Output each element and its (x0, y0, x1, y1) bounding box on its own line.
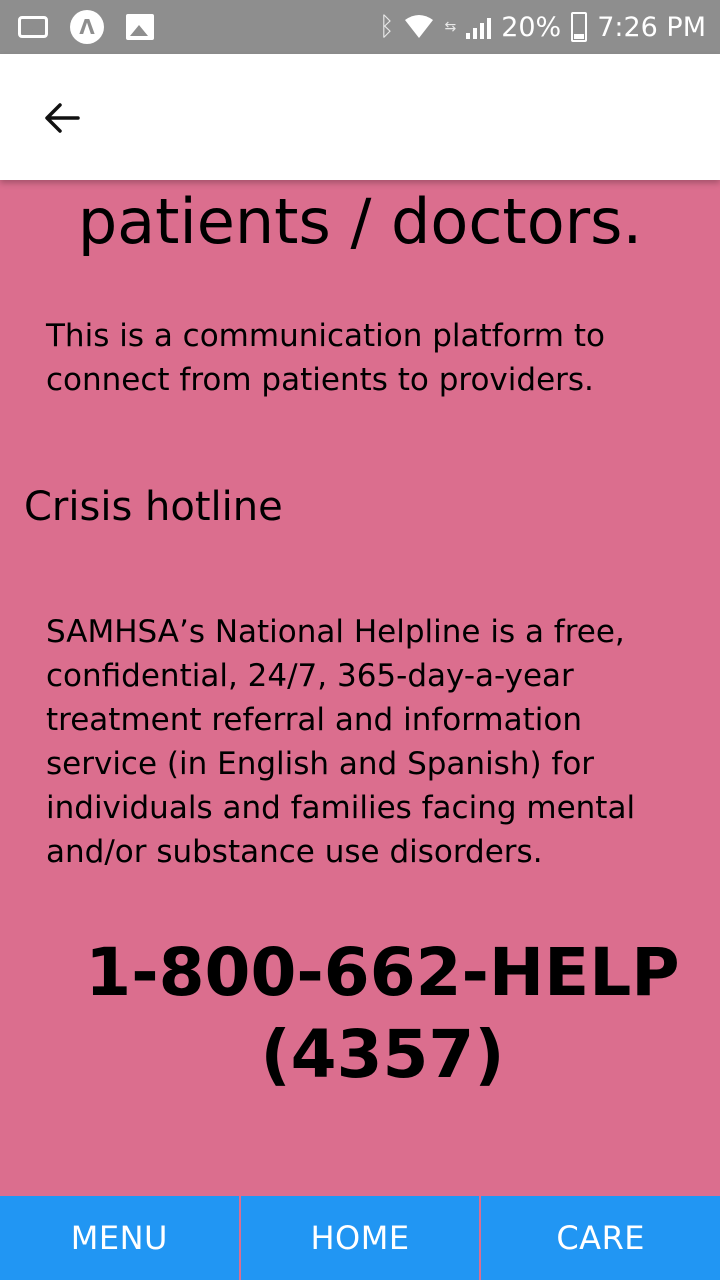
intro-text: This is a communication platform to conn… (46, 318, 605, 398)
voicemail-icon (18, 16, 48, 38)
menu-button[interactable]: MENU (0, 1196, 241, 1280)
app-bar (0, 54, 720, 180)
image-icon (126, 14, 154, 40)
arrow-left-icon (45, 103, 80, 133)
phone-line-1: 1-800-662-HELP (85, 934, 680, 1011)
status-bar: Λ ᛒ ⇆ 20% 7:26 PM (0, 0, 720, 54)
main-content: patients / doctors. This is a communicat… (0, 180, 720, 1196)
helpline-description: SAMHSA’s National Helpline is a free, co… (46, 614, 636, 870)
app-a-icon: Λ (70, 10, 104, 44)
crisis-hotline-title: Crisis hotline (24, 484, 283, 530)
wifi-icon (404, 14, 434, 40)
battery-percent: 20% (501, 11, 562, 43)
clock: 7:26 PM (597, 11, 706, 43)
care-button[interactable]: CARE (481, 1196, 720, 1280)
phone-line-2: (4357) (260, 1016, 505, 1093)
signal-icon (466, 15, 492, 39)
bluetooth-icon: ᛒ (378, 12, 395, 42)
back-button[interactable] (40, 96, 84, 140)
status-right-icons: ᛒ ⇆ 20% 7:26 PM (379, 8, 706, 46)
page-heading: patients / doctors. (77, 185, 643, 258)
data-icon: ⇆ (444, 19, 457, 35)
status-left-icons: Λ (18, 10, 154, 44)
home-button[interactable]: HOME (240, 1196, 482, 1280)
hotline-phone-number[interactable]: 1-800-662-HELP (4357) (0, 932, 720, 1096)
battery-icon (571, 12, 588, 42)
bottom-nav: MENU HOME CARE (0, 1196, 720, 1280)
